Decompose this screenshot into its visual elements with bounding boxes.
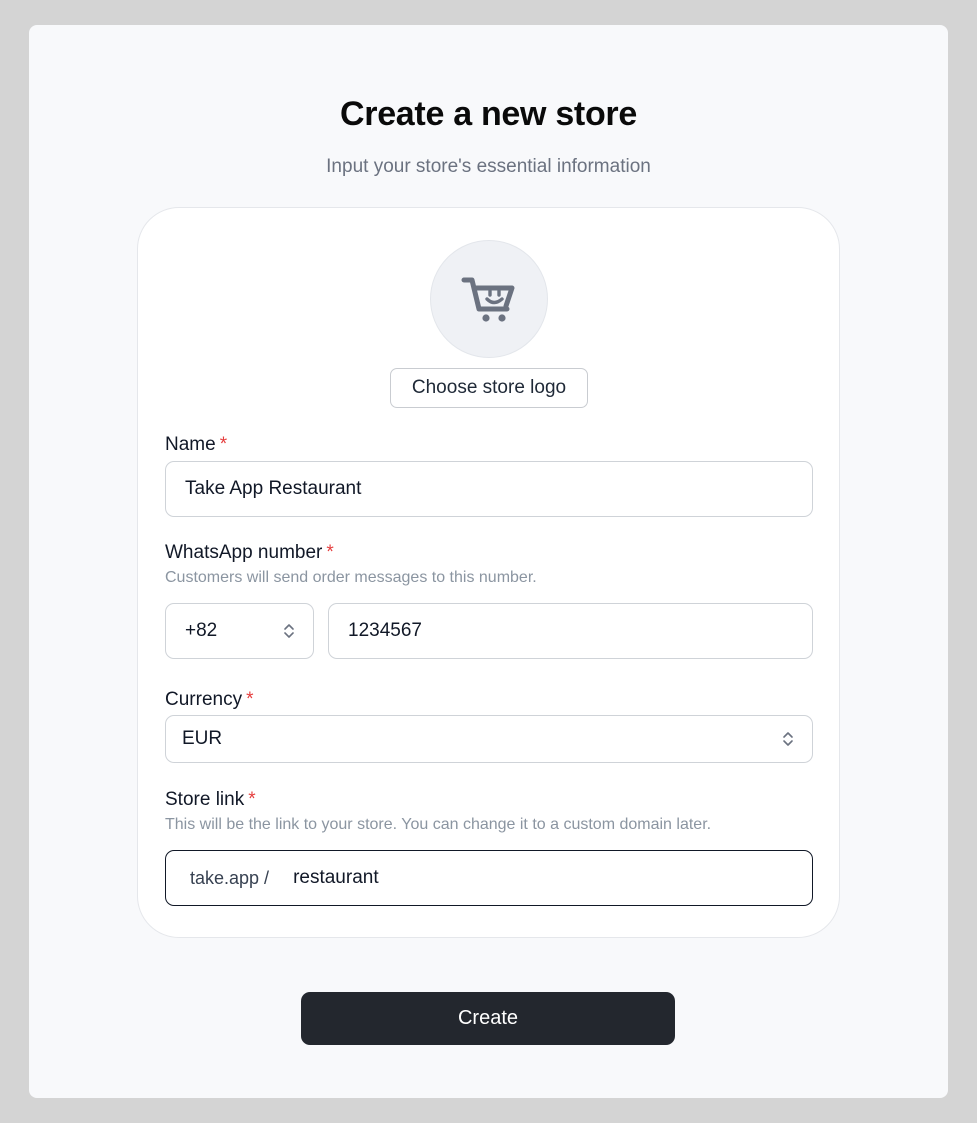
whatsapp-number-input[interactable]: 1234567 — [328, 603, 813, 659]
page-container: Create a new store Input your store's es… — [29, 25, 948, 1098]
store-logo-placeholder[interactable] — [430, 240, 548, 358]
country-code-value: +82 — [185, 620, 218, 641]
store-link-prefix: take.app / — [190, 867, 270, 888]
store-link-label-text: Store link — [165, 789, 245, 810]
page-subtitle: Input your store's essential information — [326, 156, 651, 177]
name-label-text: Name — [165, 434, 216, 455]
whatsapp-hint: Customers will send order messages to th… — [165, 569, 537, 586]
currency-label-text: Currency — [165, 689, 243, 710]
store-link-label: Store link * — [165, 789, 256, 811]
chevron-up-down-icon — [284, 624, 294, 638]
whatsapp-number-value: 1234567 — [348, 620, 422, 641]
whatsapp-label-text: WhatsApp number — [165, 542, 323, 563]
cart-smile-icon — [461, 277, 515, 322]
currency-label: Currency * — [165, 689, 253, 711]
store-link-input[interactable]: take.app / restaurant — [165, 850, 813, 906]
page-title: Create a new store — [340, 95, 637, 133]
store-link-hint: This will be the link to your store. You… — [165, 816, 712, 833]
name-input[interactable]: Take App Restaurant — [165, 461, 813, 517]
chevron-up-down-icon — [783, 732, 793, 746]
currency-select[interactable]: EUR — [165, 715, 813, 763]
store-form-card: Choose store logo Name * Take App Restaur… — [137, 207, 840, 938]
required-mark: * — [219, 434, 228, 455]
choose-logo-button[interactable]: Choose store logo — [390, 368, 588, 408]
required-mark: * — [248, 789, 256, 810]
required-mark: * — [326, 542, 334, 563]
required-mark: * — [246, 689, 254, 710]
whatsapp-label: WhatsApp number * — [165, 542, 334, 564]
country-code-select[interactable]: +82 — [165, 603, 314, 659]
store-link-value: restaurant — [293, 867, 379, 888]
name-input-value: Take App Restaurant — [185, 478, 362, 499]
currency-value: EUR — [182, 728, 223, 749]
create-button[interactable]: Create — [301, 992, 675, 1045]
name-label: Name * — [165, 434, 227, 456]
